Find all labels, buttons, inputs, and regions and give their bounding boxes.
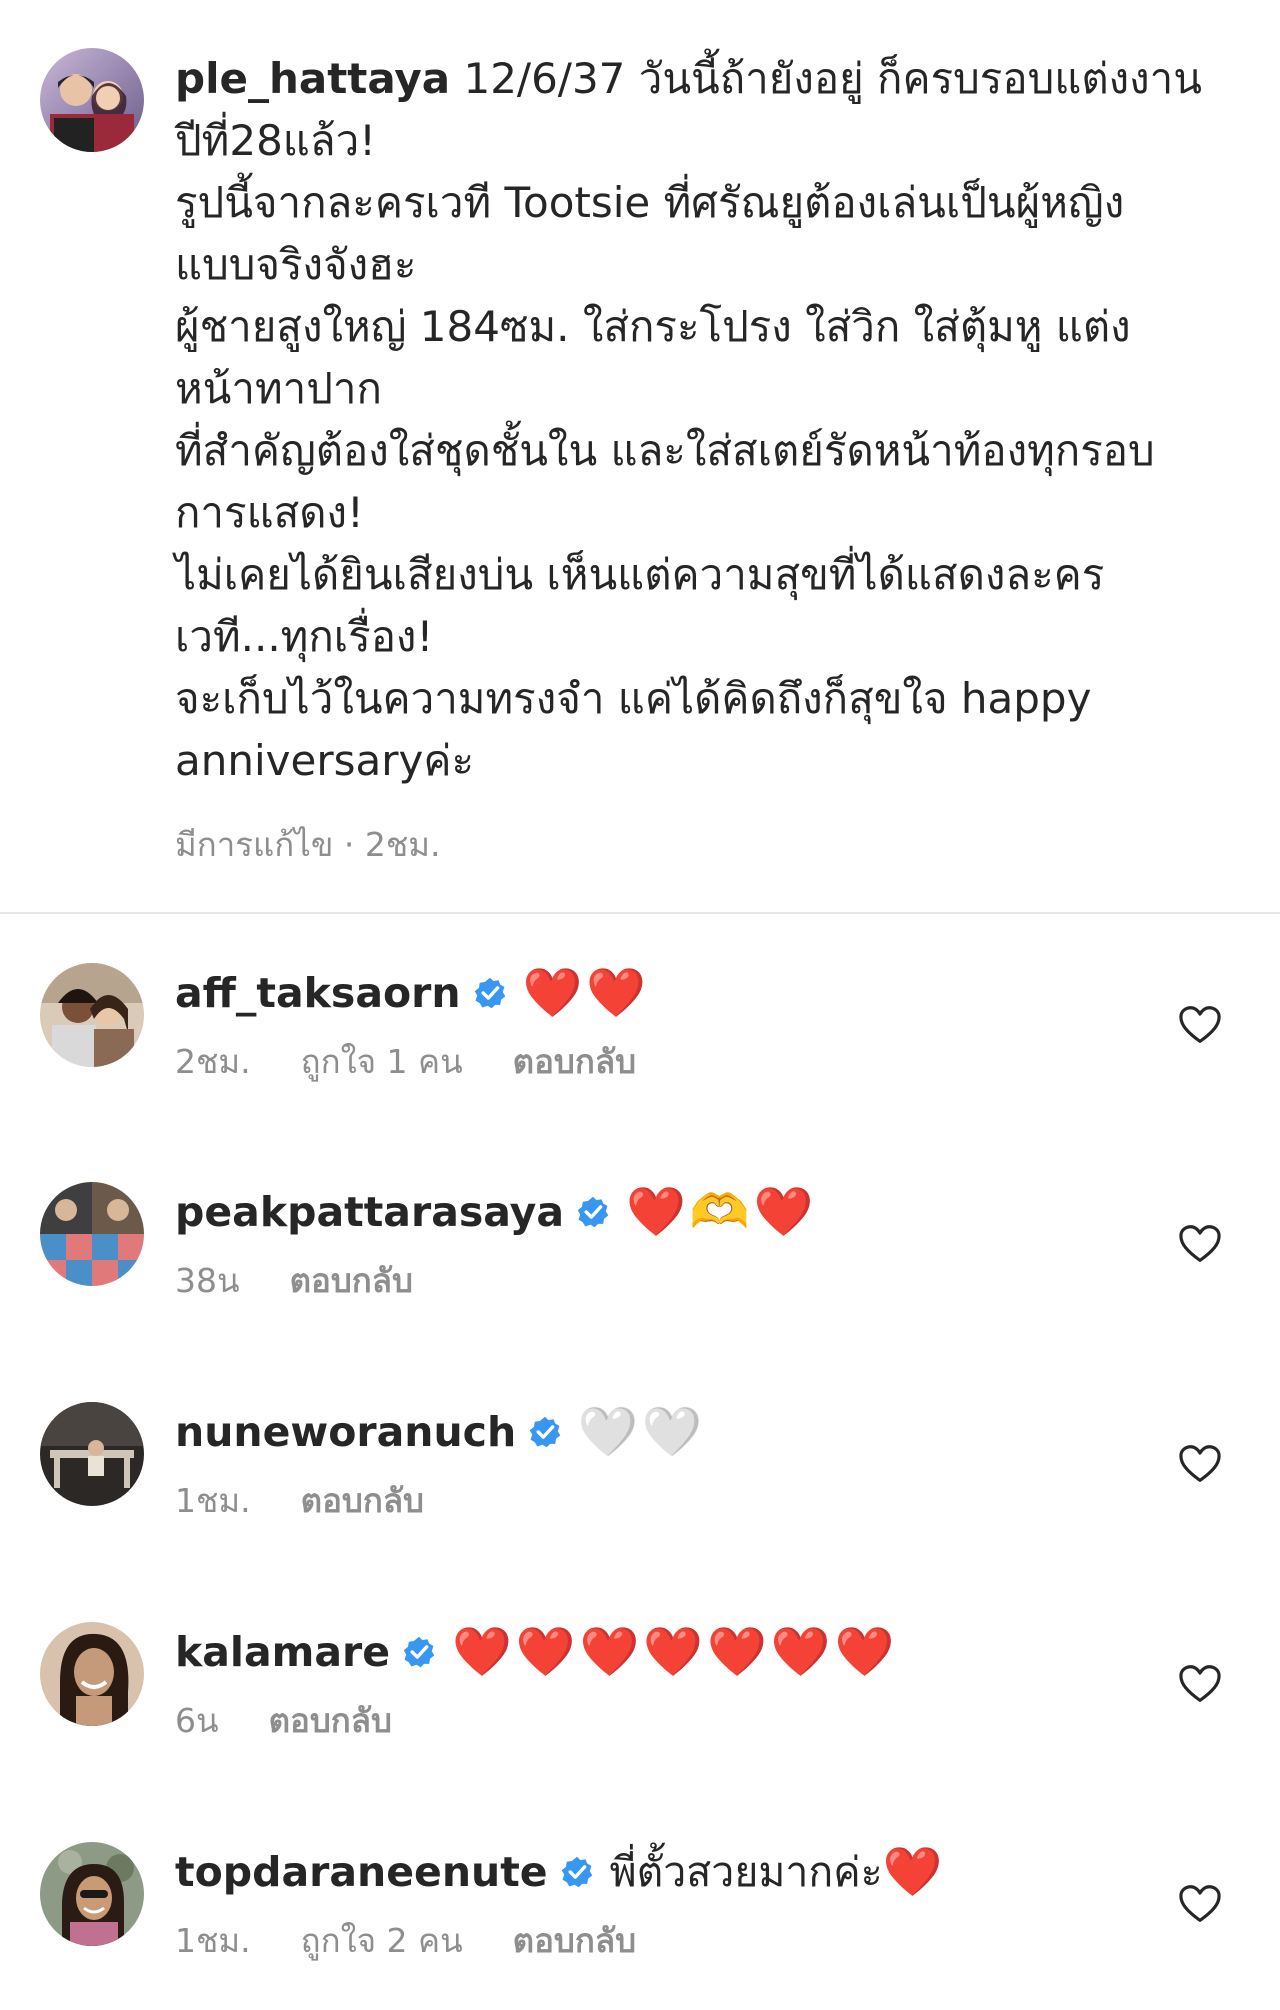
comment-item: aff_taksaorn ❤️❤️ 2ชม. ถูกใจ 1 คน ตอบกลั… [40, 963, 1260, 1093]
comment-main: topdaraneenute พี่ตั้วสวยมากค่ะ ❤️ 1ชม. … [175, 1842, 946, 1967]
heart-outline-icon[interactable] [1178, 1224, 1222, 1264]
verified-badge-icon [561, 1856, 592, 1888]
caption-line: จะเก็บไว้ในความทรงจำ แค่ได้คิดถึงก็สุขใจ… [175, 674, 1092, 723]
comment-emoji: ❤️🫶❤️ [626, 1184, 818, 1240]
comment-avatar[interactable] [40, 1842, 144, 1946]
comment-avatar[interactable] [40, 1402, 144, 1506]
comment-time: 38น [175, 1261, 240, 1300]
comment-username[interactable]: topdaraneenute [175, 1848, 548, 1896]
comment-item: topdaraneenute พี่ตั้วสวยมากค่ะ ❤️ 1ชม. … [40, 1842, 1260, 1972]
verified-badge-icon [529, 1416, 561, 1448]
comment-meta: 1ชม. ถูกใจ 2 คน ตอบกลับ [175, 1914, 946, 1967]
avatar-image [40, 1842, 144, 1946]
comment-avatar[interactable] [40, 1182, 144, 1286]
caption-line: ผู้ชายสูงใหญ่ 184ซม. ใส่กระโปรง ใส่วิก ใ… [175, 302, 1131, 351]
comment-time: 1ชม. [175, 1921, 251, 1960]
caption-line: หน้าทาปาก [175, 364, 382, 413]
comment-line: peakpattarasaya ❤️🫶❤️ [175, 1182, 817, 1242]
comment-username[interactable]: aff_taksaorn [175, 969, 461, 1017]
avatar-image [40, 1402, 144, 1506]
caption-line: ที่สำคัญต้องใส่ชุดชั้นใน และใส่สเตย์รัดห… [175, 426, 1155, 475]
reply-button[interactable]: ตอบกลับ [301, 1474, 424, 1527]
divider [0, 912, 1280, 914]
caption-first-line-text: 12/6/37 วันนี้ถ้ายังอยู่ ก็ครบรอบแต่งงาน [450, 54, 1202, 103]
reply-button[interactable]: ตอบกลับ [269, 1694, 392, 1747]
caption-username[interactable]: ple_hattaya [175, 54, 450, 103]
heart-outline-icon[interactable] [1178, 1005, 1222, 1045]
caption-text: ple_hattaya 12/6/37 วันนี้ถ้ายังอยู่ ก็ค… [175, 48, 1235, 792]
comment-username[interactable]: nuneworanuch [175, 1408, 516, 1456]
comment-meta: 38น ตอบกลับ [175, 1254, 817, 1307]
reply-button[interactable]: ตอบกลับ [513, 1035, 636, 1088]
caption-line: เวที...ทุกเรื่อง! [175, 612, 434, 661]
comment-avatar[interactable] [40, 963, 144, 1067]
comments-page: ple_hattaya 12/6/37 วันนี้ถ้ายังอยู่ ก็ค… [0, 0, 1280, 2010]
comment-main: peakpattarasaya ❤️🫶❤️ 38น ตอบกลับ [175, 1182, 817, 1307]
comment-line: aff_taksaorn ❤️❤️ [175, 963, 686, 1023]
comment-item: kalamare ❤️❤️❤️❤️❤️❤️❤️ 6น ตอบกลับ [40, 1622, 1260, 1752]
verified-badge-icon [403, 1636, 435, 1668]
comment-emoji: ❤️❤️ [522, 965, 651, 1021]
comment-emoji: ❤️ [882, 1844, 947, 1900]
comment-main: kalamare ❤️❤️❤️❤️❤️❤️❤️ 6น ตอบกลับ [175, 1622, 898, 1747]
comment-text: พี่ตั้วสวยมากค่ะ [609, 1847, 883, 1896]
caption-meta: มีการแก้ไข · 2ชม. [175, 825, 441, 864]
comment-meta: 1ชม. ตอบกลับ [175, 1474, 706, 1527]
avatar-image [40, 48, 144, 152]
comment-likes[interactable]: ถูกใจ 2 คน [301, 1914, 463, 1967]
caption-line: รูปนี้จากละครเวที Tootsie ที่ศรัณยูต้องเ… [175, 178, 1125, 227]
comment-line: topdaraneenute พี่ตั้วสวยมากค่ะ ❤️ [175, 1842, 946, 1902]
verified-badge-icon [577, 1196, 609, 1228]
heart-outline-icon[interactable] [1178, 1664, 1222, 1704]
comment-emoji: 🤍🤍 [578, 1404, 706, 1460]
comment-item: nuneworanuch 🤍🤍 1ชม. ตอบกลับ [40, 1402, 1260, 1532]
comment-likes[interactable]: ถูกใจ 1 คน [301, 1035, 463, 1088]
caption-avatar[interactable] [40, 48, 144, 152]
caption-first-line: ple_hattaya 12/6/37 วันนี้ถ้ายังอยู่ ก็ค… [175, 48, 1235, 110]
verified-badge-icon [474, 977, 505, 1009]
comment-item: peakpattarasaya ❤️🫶❤️ 38น ตอบกลับ [40, 1182, 1260, 1312]
heart-outline-icon[interactable] [1178, 1444, 1222, 1484]
avatar-image [40, 963, 144, 1067]
comment-time: 6น [175, 1701, 219, 1740]
heart-outline-icon[interactable] [1178, 1884, 1222, 1924]
avatar-image [40, 1622, 144, 1726]
comment-line: kalamare ❤️❤️❤️❤️❤️❤️❤️ [175, 1622, 898, 1682]
comment-time: 2ชม. [175, 1042, 251, 1081]
comment-main: aff_taksaorn ❤️❤️ 2ชม. ถูกใจ 1 คน ตอบกลั… [175, 963, 686, 1088]
avatar-image [40, 1182, 144, 1286]
comment-main: nuneworanuch 🤍🤍 1ชม. ตอบกลับ [175, 1402, 706, 1527]
comment-line: nuneworanuch 🤍🤍 [175, 1402, 706, 1462]
comment-username[interactable]: kalamare [175, 1628, 390, 1676]
comment-meta: 6น ตอบกลับ [175, 1694, 898, 1747]
comment-meta: 2ชม. ถูกใจ 1 คน ตอบกลับ [175, 1035, 686, 1088]
caption-line: ปีที่28แล้ว! [175, 116, 377, 165]
reply-button[interactable]: ตอบกลับ [290, 1254, 413, 1307]
reply-button[interactable]: ตอบกลับ [513, 1914, 636, 1967]
caption-line: ไม่เคยได้ยินเสียงบ่น เห็นแต่ความสุขที่ได… [175, 550, 1105, 599]
comment-time: 1ชม. [175, 1481, 251, 1520]
caption-line: แบบจริงจังฮะ [175, 240, 417, 289]
comment-emoji: ❤️❤️❤️❤️❤️❤️❤️ [452, 1624, 899, 1680]
comment-username[interactable]: peakpattarasaya [175, 1188, 564, 1236]
comment-avatar[interactable] [40, 1622, 144, 1726]
caption-line: การแสดง! [175, 488, 364, 537]
caption-line: anniversaryค่ะ [175, 736, 475, 785]
caption-body: ple_hattaya 12/6/37 วันนี้ถ้ายังอยู่ ก็ค… [175, 48, 1235, 871]
